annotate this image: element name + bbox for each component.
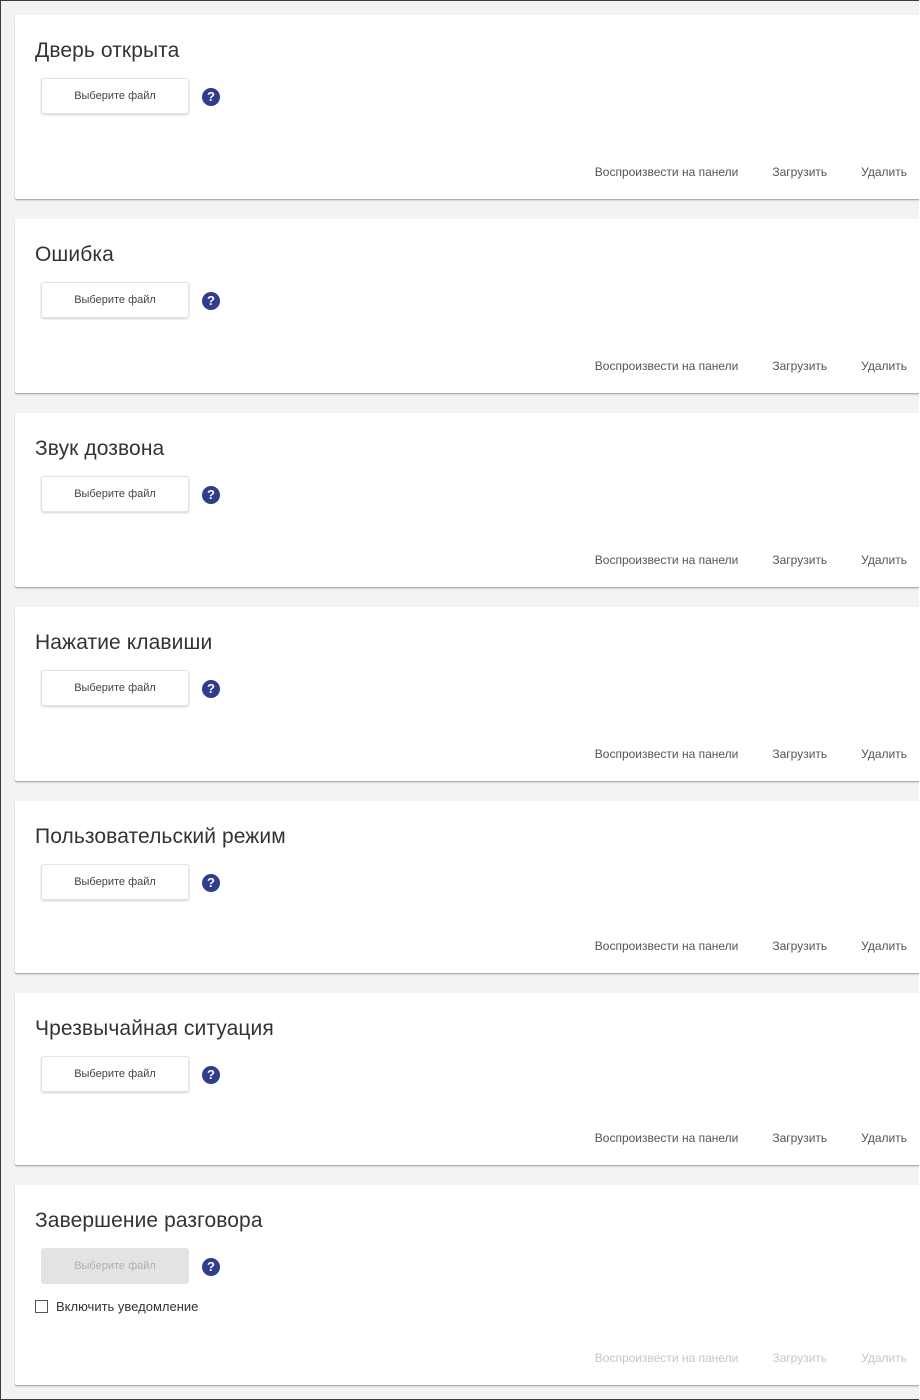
choose-file-button[interactable]: Выберите файл [41, 864, 189, 900]
card-title: Звук дозвона [35, 437, 165, 460]
upload-button[interactable]: Загрузить [772, 359, 827, 373]
delete-button[interactable]: Удалить [861, 165, 907, 179]
play-on-panel-button[interactable]: Воспроизвести на панели [595, 1131, 739, 1145]
question-circle-icon[interactable]: ? [202, 88, 220, 106]
delete-button[interactable]: Удалить [861, 553, 907, 567]
delete-button[interactable]: Удалить [861, 747, 907, 761]
card-title: Чрезвычайная ситуация [35, 1017, 274, 1040]
delete-button[interactable]: Удалить [861, 359, 907, 373]
play-on-panel-button[interactable]: Воспроизвести на панели [595, 939, 739, 953]
card-actions: Воспроизвести на панели Загрузить Удалит… [561, 553, 907, 567]
card-actions: Воспроизвести на панели Загрузить Удалит… [561, 939, 907, 953]
question-circle-icon[interactable]: ? [202, 874, 220, 892]
card-actions: Воспроизвести на панели Загрузить Удалит… [561, 1131, 907, 1145]
upload-button[interactable]: Загрузить [772, 553, 827, 567]
choose-file-button[interactable]: Выберите файл [41, 282, 189, 318]
question-circle-icon[interactable]: ? [202, 1258, 220, 1276]
sound-card-call-end: Завершение разговора Выберите файл ? Вкл… [15, 1185, 919, 1385]
card-actions: Воспроизвести на панели Загрузить Удалит… [561, 359, 907, 373]
sound-card-error: Ошибка Выберите файл ? Воспроизвести на … [15, 219, 919, 393]
card-title: Дверь открыта [35, 39, 180, 62]
sound-card-emergency: Чрезвычайная ситуация Выберите файл ? Во… [15, 993, 919, 1165]
delete-button[interactable]: Удалить [861, 1131, 907, 1145]
card-title: Ошибка [35, 243, 114, 266]
notification-label: Включить уведомление [56, 1299, 199, 1314]
card-title: Нажатие клавиши [35, 631, 213, 654]
card-actions: Воспроизвести на панели Загрузить Удалит… [561, 165, 907, 179]
play-on-panel-button[interactable]: Воспроизвести на панели [595, 1351, 739, 1365]
question-circle-icon[interactable]: ? [202, 1066, 220, 1084]
upload-button[interactable]: Загрузить [772, 1351, 827, 1365]
delete-button[interactable]: Удалить [861, 1351, 907, 1365]
upload-button[interactable]: Загрузить [772, 939, 827, 953]
question-circle-icon[interactable]: ? [202, 486, 220, 504]
sound-card-ringback: Звук дозвона Выберите файл ? Воспроизвес… [15, 413, 919, 587]
card-title: Пользовательский режим [35, 825, 286, 848]
choose-file-button[interactable]: Выберите файл [41, 1056, 189, 1092]
notification-toggle[interactable]: Включить уведомление [35, 1299, 198, 1314]
card-actions: Воспроизвести на панели Загрузить Удалит… [561, 747, 907, 761]
choose-file-button[interactable]: Выберите файл [41, 670, 189, 706]
card-title: Завершение разговора [35, 1209, 263, 1232]
card-actions: Воспроизвести на панели Загрузить Удалит… [561, 1351, 907, 1365]
notification-checkbox[interactable] [35, 1300, 48, 1313]
question-circle-icon[interactable]: ? [202, 680, 220, 698]
delete-button[interactable]: Удалить [861, 939, 907, 953]
play-on-panel-button[interactable]: Воспроизвести на панели [595, 553, 739, 567]
play-on-panel-button[interactable]: Воспроизвести на панели [595, 359, 739, 373]
sound-card-user-mode: Пользовательский режим Выберите файл ? В… [15, 801, 919, 973]
play-on-panel-button[interactable]: Воспроизвести на панели [595, 165, 739, 179]
choose-file-button[interactable]: Выберите файл [41, 78, 189, 114]
upload-button[interactable]: Загрузить [772, 1131, 827, 1145]
sound-card-door-open: Дверь открыта Выберите файл ? Воспроизве… [15, 15, 919, 199]
play-on-panel-button[interactable]: Воспроизвести на панели [595, 747, 739, 761]
upload-button[interactable]: Загрузить [772, 165, 827, 179]
sound-settings-panel: Дверь открыта Выберите файл ? Воспроизве… [0, 0, 919, 1400]
question-circle-icon[interactable]: ? [202, 292, 220, 310]
choose-file-button[interactable]: Выберите файл [41, 1248, 189, 1284]
sound-card-keypress: Нажатие клавиши Выберите файл ? Воспроиз… [15, 607, 919, 781]
choose-file-button[interactable]: Выберите файл [41, 476, 189, 512]
upload-button[interactable]: Загрузить [772, 747, 827, 761]
